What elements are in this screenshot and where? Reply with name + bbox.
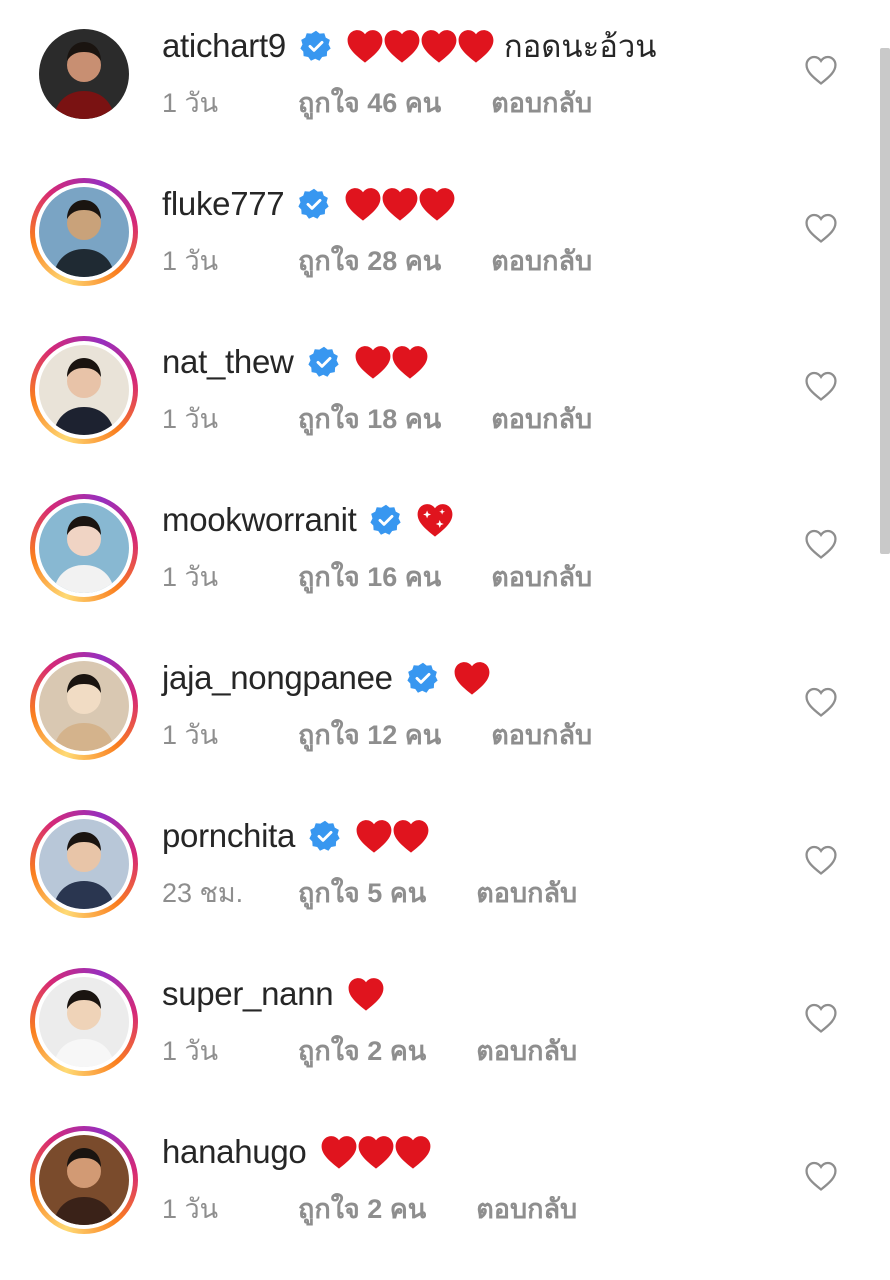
scrollbar[interactable] — [880, 48, 890, 554]
comment-username[interactable]: hanahugo — [162, 1133, 307, 1171]
profile-photo — [39, 819, 129, 909]
comment-username[interactable]: super_nann — [162, 975, 334, 1013]
heart-emoji-group — [320, 1134, 431, 1170]
profile-photo — [39, 187, 129, 277]
profile-photo — [39, 29, 129, 119]
profile-photo — [39, 1135, 129, 1225]
comments-list: atichart9 กอดนะอ้วน 1 วัน ถูกใจ 46 คน ตอ… — [0, 0, 890, 1280]
reply-button[interactable]: ตอบกลับ — [491, 555, 592, 598]
comment-row-jaja_nongpanee: jaja_nongpanee 1 วัน ถูกใจ 12 คน ตอบกลับ — [0, 632, 870, 790]
comment-username[interactable]: mookworranit — [162, 501, 357, 539]
red-heart-icon — [384, 30, 420, 63]
sparkling-heart-icon — [418, 504, 453, 537]
red-heart-icon — [458, 30, 494, 63]
reply-button[interactable]: ตอบกลับ — [491, 713, 592, 756]
avatar[interactable] — [30, 336, 138, 444]
heart-emoji-group — [453, 660, 490, 696]
verified-badge-icon — [307, 346, 340, 378]
comment-row-super_nann: super_nann 1 วัน ถูกใจ 2 คน ตอบกลับ — [0, 948, 870, 1106]
red-heart-icon — [393, 820, 429, 853]
comment-likes[interactable]: ถูกใจ 12 คน — [298, 713, 441, 756]
red-heart-icon — [421, 30, 457, 63]
avatar[interactable] — [30, 494, 138, 602]
avatar[interactable] — [30, 810, 138, 918]
comment-username[interactable]: nat_thew — [162, 343, 294, 381]
heart-outline-icon[interactable] — [804, 54, 838, 86]
comment-likes[interactable]: ถูกใจ 16 คน — [298, 555, 441, 598]
red-heart-icon — [382, 188, 418, 221]
red-heart-icon — [345, 188, 381, 221]
verified-badge-icon — [407, 662, 439, 694]
comment-likes[interactable]: ถูกใจ 18 คน — [298, 397, 441, 440]
red-heart-icon — [392, 346, 427, 379]
comment-username[interactable]: fluke777 — [162, 185, 285, 223]
comment-row-fluke777: fluke777 1 วัน ถูกใจ 28 คน ตอบกลับ — [0, 158, 870, 316]
comment-time: 1 วัน — [162, 561, 219, 592]
red-heart-icon — [348, 978, 384, 1011]
heart-outline-icon[interactable] — [804, 370, 838, 402]
verified-badge-icon — [300, 30, 332, 62]
heart-outline-icon[interactable] — [804, 212, 838, 244]
comment-text: กอดนะอ้วน — [503, 29, 657, 64]
heart-emoji-group — [344, 186, 455, 222]
avatar[interactable] — [39, 29, 129, 119]
red-heart-icon — [347, 30, 383, 63]
red-heart-icon — [396, 1136, 431, 1169]
comment-time: 23 ชม. — [162, 877, 244, 908]
comment-username[interactable]: atichart9 — [162, 27, 286, 65]
comment-username[interactable]: jaja_nongpanee — [162, 659, 393, 697]
comment-time: 1 วัน — [162, 403, 219, 434]
heart-emoji-group — [347, 976, 384, 1012]
profile-photo — [39, 345, 129, 435]
heart-outline-icon[interactable] — [804, 686, 838, 718]
avatar[interactable] — [30, 652, 138, 760]
comment-likes[interactable]: ถูกใจ 2 คน — [298, 1187, 426, 1230]
comment-time: 1 วัน — [162, 87, 219, 118]
comment-likes[interactable]: ถูกใจ 5 คน — [298, 871, 426, 914]
comment-time: 1 วัน — [162, 1035, 219, 1066]
comment-likes[interactable]: ถูกใจ 2 คน — [298, 1029, 426, 1072]
red-heart-icon — [359, 1136, 394, 1169]
comment-time: 1 วัน — [162, 719, 219, 750]
profile-photo — [39, 661, 129, 751]
avatar[interactable] — [30, 178, 138, 286]
comment-time: 1 วัน — [162, 1193, 219, 1224]
comment-row-atichart9: atichart9 กอดนะอ้วน 1 วัน ถูกใจ 46 คน ตอ… — [0, 0, 870, 158]
reply-button[interactable]: ตอบกลับ — [491, 239, 592, 282]
comment-likes[interactable]: ถูกใจ 46 คน — [298, 81, 441, 124]
red-heart-icon — [322, 1136, 357, 1169]
red-heart-icon — [356, 820, 392, 853]
heart-emoji-group — [416, 502, 453, 538]
heart-emoji-group — [354, 344, 428, 380]
heart-outline-icon[interactable] — [804, 844, 838, 876]
profile-photo — [39, 977, 129, 1067]
heart-outline-icon[interactable] — [804, 1160, 838, 1192]
avatar[interactable] — [30, 1126, 138, 1234]
comment-row-hanahugo: hanahugo 1 วัน ถูกใจ 2 คน ตอบกลับ — [0, 1106, 870, 1264]
comment-row-nat_thew: nat_thew 1 วัน ถูกใจ 18 คน ตอบกลับ — [0, 316, 870, 474]
reply-button[interactable]: ตอบกลับ — [476, 871, 577, 914]
reply-button[interactable]: ตอบกลับ — [491, 397, 592, 440]
red-heart-icon — [454, 662, 490, 695]
comment-row-mookworranit: mookworranit 1 วัน ถูกใจ 16 คน ตอบกลับ — [0, 474, 870, 632]
verified-badge-icon — [298, 188, 330, 220]
red-heart-icon — [419, 188, 455, 221]
reply-button[interactable]: ตอบกลับ — [491, 81, 592, 124]
comment-row-pornchita: pornchita 23 ชม. ถูกใจ 5 คน ตอบกลับ — [0, 790, 870, 948]
comment-username[interactable]: pornchita — [162, 817, 295, 855]
comment-likes[interactable]: ถูกใจ 28 คน — [298, 239, 441, 282]
verified-badge-icon — [309, 820, 341, 852]
avatar[interactable] — [30, 968, 138, 1076]
reply-button[interactable]: ตอบกลับ — [476, 1029, 577, 1072]
profile-photo — [39, 503, 129, 593]
verified-badge-icon — [370, 504, 402, 536]
heart-emoji-group — [355, 818, 429, 854]
heart-emoji-group — [346, 28, 494, 64]
heart-outline-icon[interactable] — [804, 1002, 838, 1034]
red-heart-icon — [355, 346, 390, 379]
comment-time: 1 วัน — [162, 245, 219, 276]
reply-button[interactable]: ตอบกลับ — [476, 1187, 577, 1230]
heart-outline-icon[interactable] — [804, 528, 838, 560]
